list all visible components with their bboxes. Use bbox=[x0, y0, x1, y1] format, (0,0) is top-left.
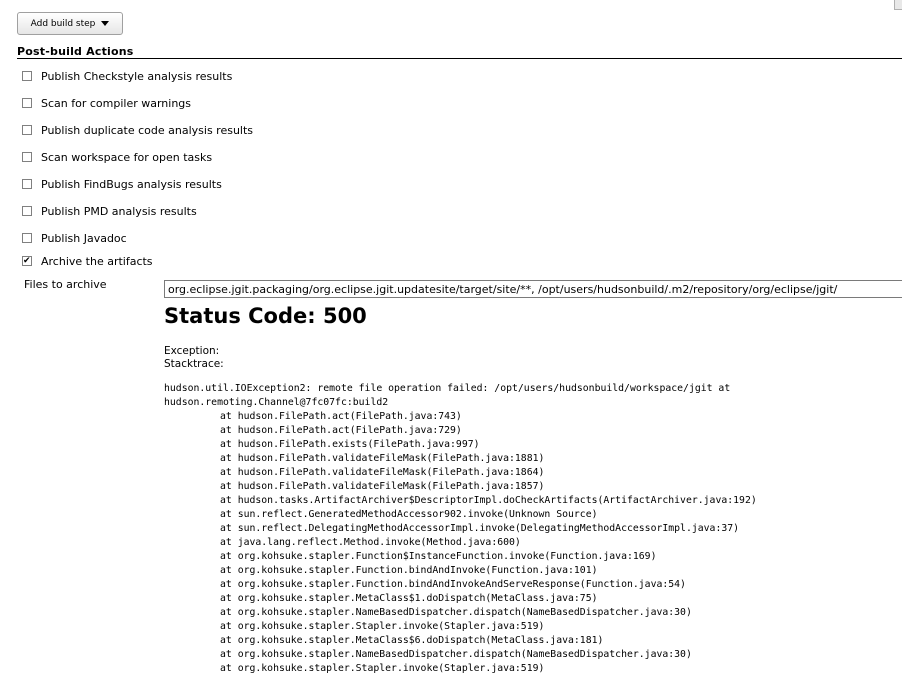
trace-frame: at java.lang.reflect.Method.invoke(Metho… bbox=[220, 537, 521, 548]
trace-frame: at org.kohsuke.stapler.MetaClass$6.doDis… bbox=[220, 635, 604, 646]
trace-frame: at org.kohsuke.stapler.Function.bindAndI… bbox=[220, 579, 686, 590]
exception-label: Exception: bbox=[164, 345, 220, 357]
option-publish-pmd[interactable]: Publish PMD analysis results bbox=[22, 204, 197, 218]
option-label: Scan for compiler warnings bbox=[41, 96, 192, 110]
trace-frame: at hudson.FilePath.validateFileMask(File… bbox=[220, 453, 545, 464]
option-label: Archive the artifacts bbox=[41, 254, 153, 268]
option-publish-javadoc[interactable]: Publish Javadoc bbox=[22, 231, 127, 245]
option-scan-compiler-warnings[interactable]: Scan for compiler warnings bbox=[22, 96, 191, 110]
trace-frame: at org.kohsuke.stapler.NameBasedDispatch… bbox=[220, 607, 692, 618]
files-to-archive-input[interactable]: org.eclipse.jgit.packaging/org.eclipse.j… bbox=[164, 280, 902, 298]
option-label: Publish Checkstyle analysis results bbox=[41, 69, 233, 83]
scrollbar-corner[interactable] bbox=[894, 0, 902, 10]
trace-line: hudson.remoting.Channel@7fc07fc:build2 bbox=[164, 397, 389, 408]
trace-frame: at hudson.FilePath.exists(FilePath.java:… bbox=[220, 439, 480, 450]
trace-frame: at org.kohsuke.stapler.NameBasedDispatch… bbox=[220, 649, 692, 660]
checkbox[interactable] bbox=[22, 98, 32, 108]
option-archive-artifacts[interactable]: Archive the artifacts bbox=[22, 254, 153, 268]
option-publish-duplicate-code[interactable]: Publish duplicate code analysis results bbox=[22, 123, 253, 137]
trace-frame: at org.kohsuke.stapler.Function$Instance… bbox=[220, 551, 657, 562]
section-divider bbox=[17, 58, 902, 59]
option-publish-checkstyle[interactable]: Publish Checkstyle analysis results bbox=[22, 69, 232, 83]
trace-frame: at org.kohsuke.stapler.MetaClass$1.doDis… bbox=[220, 593, 598, 604]
checkbox[interactable] bbox=[22, 152, 32, 162]
add-build-step-label: Add build step bbox=[30, 18, 96, 29]
stacktrace-label: Stacktrace: bbox=[164, 358, 224, 370]
checkbox[interactable] bbox=[22, 71, 32, 81]
trace-frame: at sun.reflect.GeneratedMethodAccessor90… bbox=[220, 509, 598, 520]
trace-frame: at hudson.tasks.ArtifactArchiver$Descrip… bbox=[220, 495, 757, 506]
trace-frame: at org.kohsuke.stapler.Stapler.invoke(St… bbox=[220, 621, 545, 632]
status-code-heading: Status Code: 500 bbox=[164, 304, 367, 328]
files-to-archive-label: Files to archive bbox=[24, 278, 107, 291]
option-label: Scan workspace for open tasks bbox=[41, 150, 213, 164]
stacktrace: hudson.util.IOException2: remote file op… bbox=[164, 382, 757, 676]
checkbox[interactable] bbox=[22, 179, 32, 189]
exception-labels: Exception: Stacktrace: bbox=[164, 345, 224, 371]
section-title-post-build: Post-build Actions bbox=[17, 45, 134, 58]
trace-line: hudson.util.IOException2: remote file op… bbox=[164, 383, 731, 394]
chevron-down-icon bbox=[101, 21, 110, 26]
add-build-step-button[interactable]: Add build step bbox=[17, 12, 123, 35]
option-scan-open-tasks[interactable]: Scan workspace for open tasks bbox=[22, 150, 212, 164]
option-publish-findbugs[interactable]: Publish FindBugs analysis results bbox=[22, 177, 222, 191]
trace-frame: at org.kohsuke.stapler.Stapler.invoke(St… bbox=[220, 663, 545, 674]
checkbox-checked[interactable] bbox=[22, 256, 32, 266]
option-label: Publish FindBugs analysis results bbox=[41, 177, 222, 191]
trace-frame: at hudson.FilePath.validateFileMask(File… bbox=[220, 467, 545, 478]
option-label: Publish Javadoc bbox=[41, 231, 127, 245]
checkbox[interactable] bbox=[22, 125, 32, 135]
trace-frame: at hudson.FilePath.act(FilePath.java:743… bbox=[220, 411, 462, 422]
trace-frame: at sun.reflect.DelegatingMethodAccessorI… bbox=[220, 523, 740, 534]
checkbox[interactable] bbox=[22, 233, 32, 243]
trace-frame: at hudson.FilePath.validateFileMask(File… bbox=[220, 481, 545, 492]
option-label: Publish duplicate code analysis results bbox=[41, 123, 254, 137]
checkbox[interactable] bbox=[22, 206, 32, 216]
trace-frame: at hudson.FilePath.act(FilePath.java:729… bbox=[220, 425, 462, 436]
option-label: Publish PMD analysis results bbox=[41, 204, 197, 218]
trace-frame: at org.kohsuke.stapler.Function.bindAndI… bbox=[220, 565, 598, 576]
